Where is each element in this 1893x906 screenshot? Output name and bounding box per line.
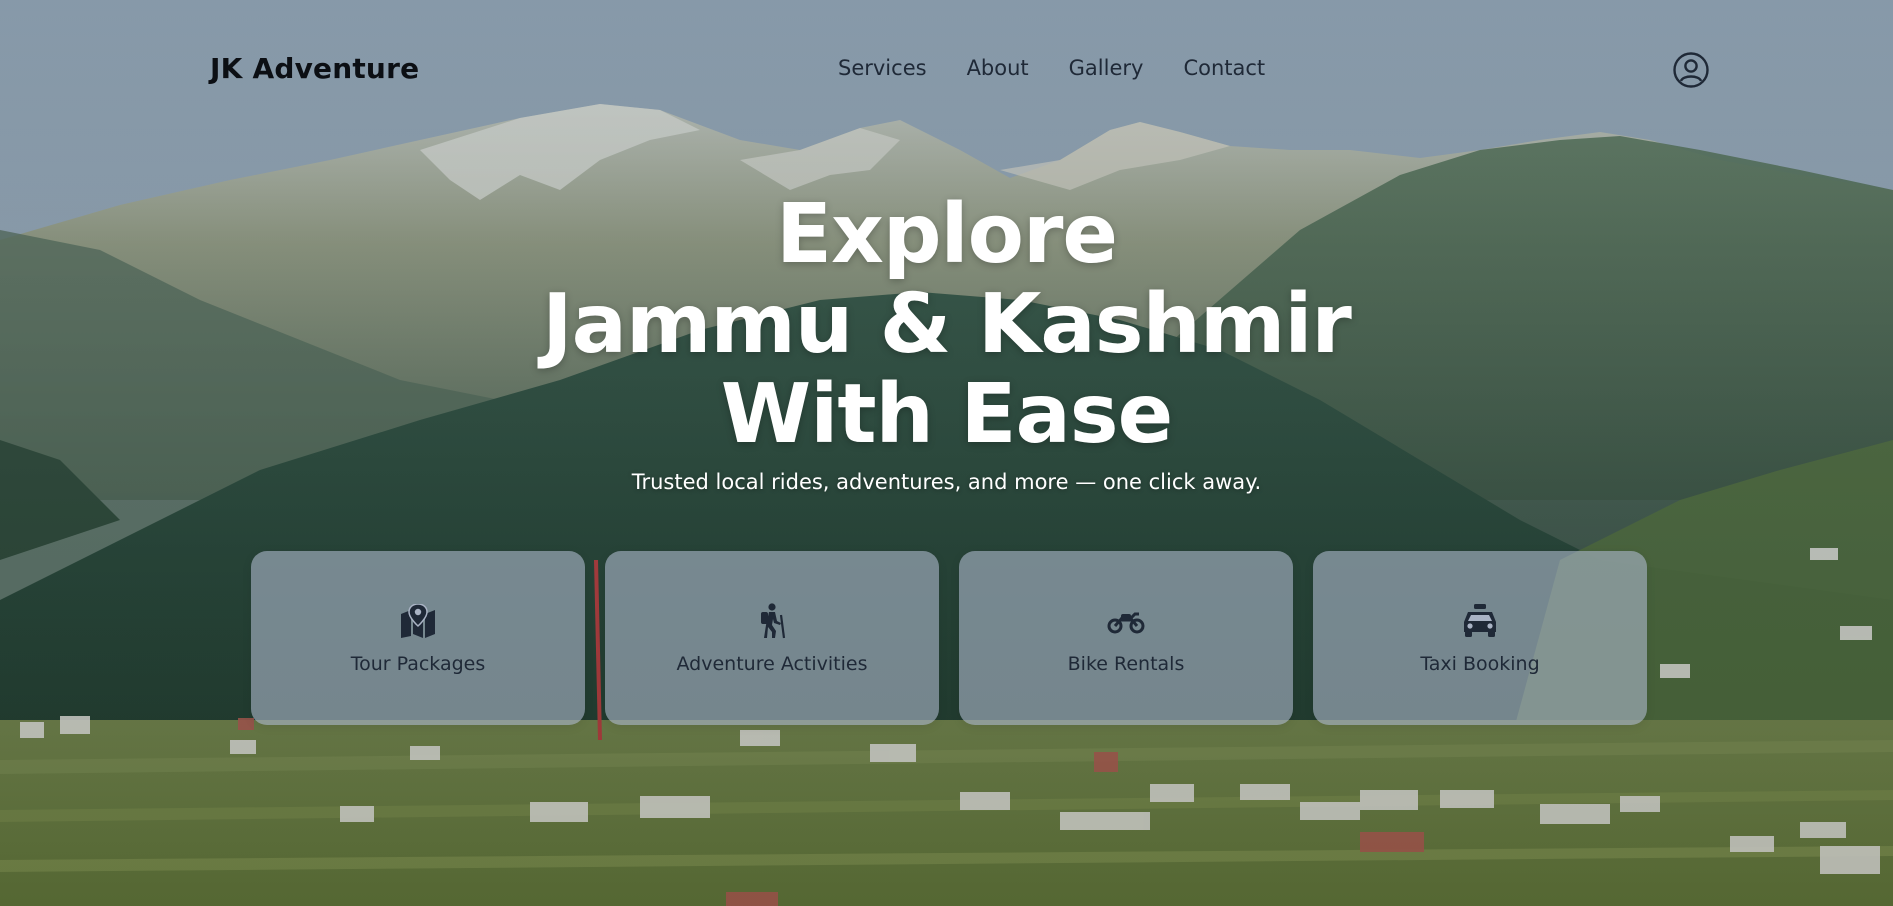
service-card-label: Adventure Activities: [676, 653, 868, 675]
hero-title: Explore Jammu & Kashmir With Ease: [0, 190, 1893, 460]
nav-link-services[interactable]: Services: [838, 56, 927, 80]
hero-subtitle: Trusted local rides, adventures, and mor…: [631, 470, 1262, 494]
hero-title-line: Explore: [775, 187, 1118, 282]
service-card-label: Tour Packages: [350, 653, 486, 675]
site-header: JK Adventure Services About Gallery Cont…: [0, 0, 1893, 140]
service-card-bike-rentals[interactable]: Bike Rentals: [959, 551, 1293, 725]
hero-title-line: Jammu & Kashmir: [542, 277, 1352, 372]
service-card-label: Bike Rentals: [1067, 653, 1185, 675]
hiker-icon: [752, 603, 792, 639]
service-card-tour-packages[interactable]: Tour Packages: [251, 551, 585, 725]
services-grid: Tour Packages Adventure Activities Bike …: [251, 551, 1647, 725]
hero-title-line: With Ease: [720, 367, 1173, 462]
nav-link-gallery[interactable]: Gallery: [1069, 56, 1144, 80]
taxi-icon: [1460, 603, 1500, 639]
nav-link-contact[interactable]: Contact: [1183, 56, 1265, 80]
service-card-taxi-booking[interactable]: Taxi Booking: [1313, 551, 1647, 725]
brand-logo[interactable]: JK Adventure: [210, 52, 419, 85]
motorcycle-icon: [1106, 603, 1146, 639]
main-nav: Services About Gallery Contact: [838, 56, 1265, 80]
service-card-label: Taxi Booking: [1420, 653, 1540, 675]
service-card-adventure-activities[interactable]: Adventure Activities: [605, 551, 939, 725]
nav-link-about[interactable]: About: [967, 56, 1029, 80]
user-account-button[interactable]: [1672, 51, 1710, 89]
map-pin-icon: [398, 603, 438, 639]
user-circle-icon: [1673, 52, 1709, 88]
